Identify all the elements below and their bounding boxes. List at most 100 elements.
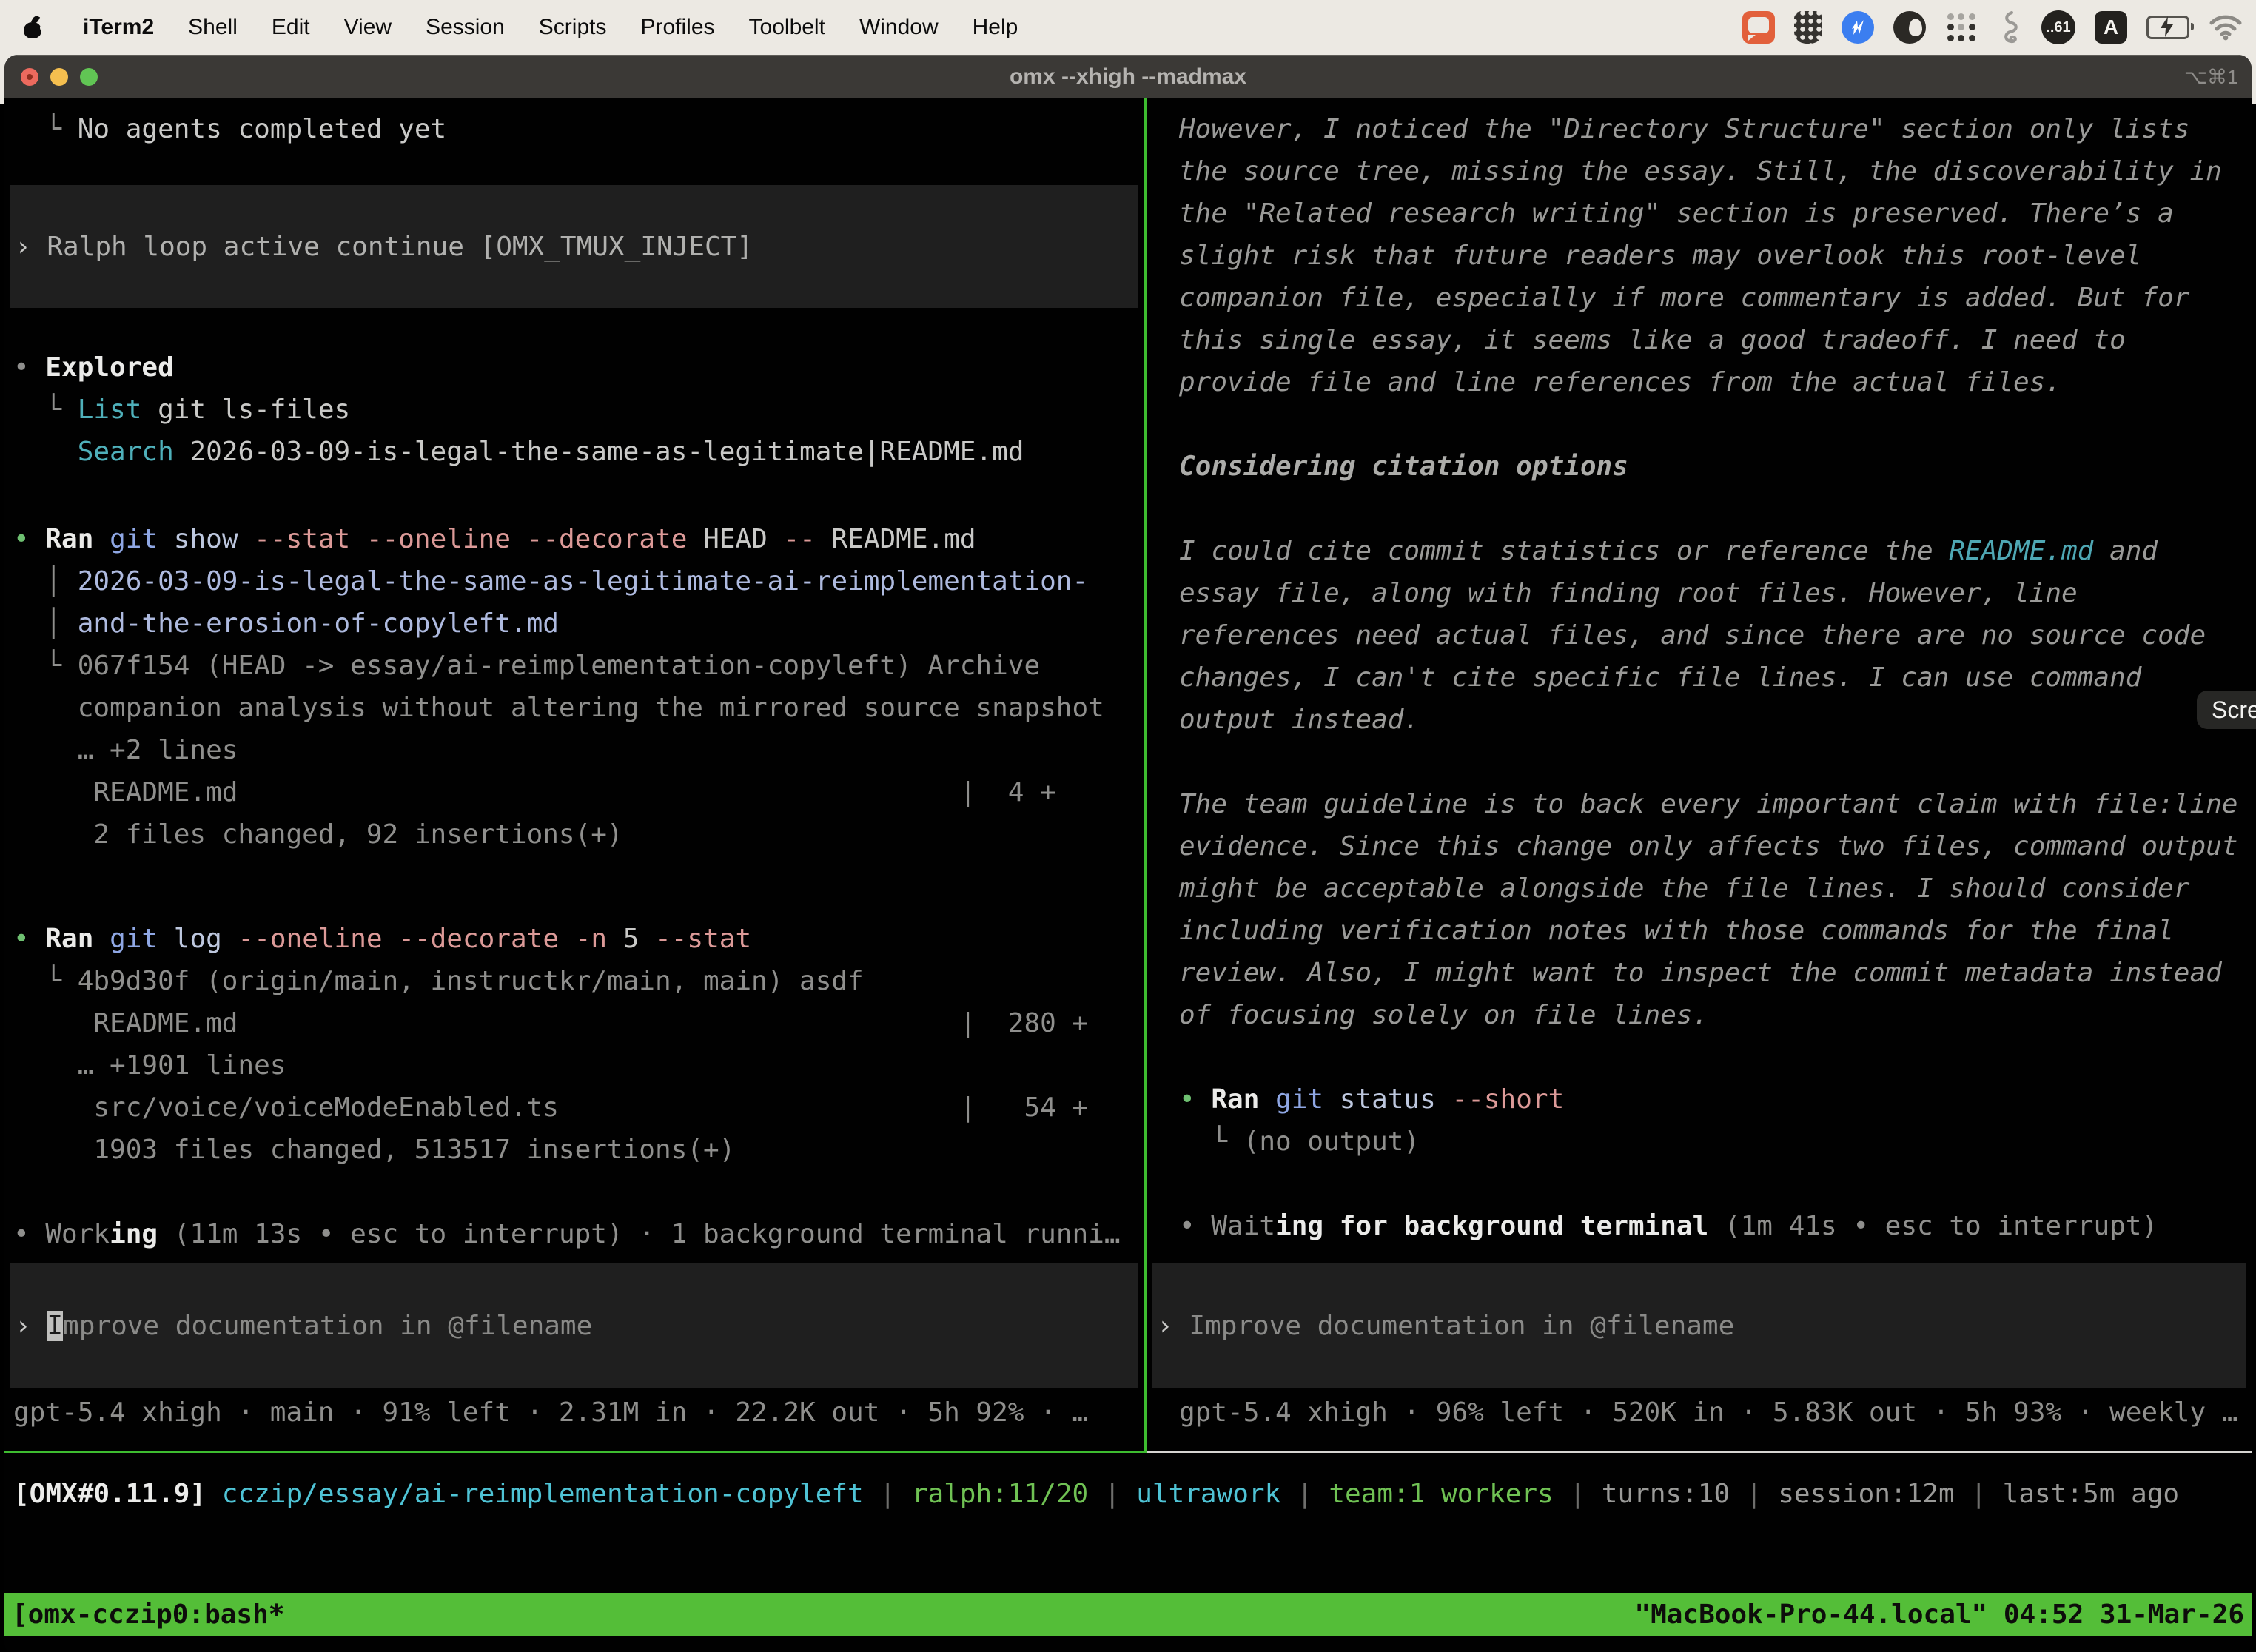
macos-menu-bar: iTerm2 Shell Edit View Session Scripts Profile…	[0, 0, 2256, 55]
terminal-line: Search 2026-03-09-is-legal-the-same-as-l…	[4, 431, 1144, 473]
thinking-paragraph-1: However, I noticed the "Directory Struct…	[1147, 108, 2252, 403]
terminal-line: 2 files changed, 92 insertions(+)	[4, 813, 1144, 856]
menu-status-icons: ..61 A	[1742, 10, 2256, 45]
terminal-line: README.md | 280 +	[4, 1002, 1144, 1044]
shield-grid-icon[interactable]	[1794, 11, 1822, 44]
ralph-input-box[interactable]: › Ralph loop active continue [OMX_TMUX_I…	[10, 185, 1138, 308]
terminal-line: • Working (11m 13s • esc to interrupt) ·…	[4, 1213, 1144, 1255]
menu-item-scripts[interactable]: Scripts	[539, 15, 607, 40]
terminal-line: › Ralph loop active continue [OMX_TMUX_I…	[10, 226, 753, 268]
terminal-line: │ 2026-03-09-is-legal-the-same-as-legiti…	[4, 560, 1144, 602]
thinking-paragraph-3: The team guideline is to back every impo…	[1147, 783, 2252, 1036]
apple-bite	[40, 24, 48, 32]
dark-pie-icon[interactable]	[1893, 11, 1926, 44]
menu-item-edit[interactable]: Edit	[272, 15, 310, 40]
terminal-line: gpt-5.4 xhigh · 96% left · 520K in · 5.8…	[1147, 1391, 2252, 1434]
tmux-pane-right: However, I noticed the "Directory Struct…	[1147, 98, 2252, 1451]
terminal-line: README.md | 4 +	[4, 771, 1144, 813]
terminal-line: provide file and line references from th…	[1147, 361, 2252, 403]
tmux-host-clock: "MacBook-Pro-44.local" 04:52 31-Mar-26	[1634, 1599, 2244, 1630]
chat-app-icon[interactable]	[1742, 11, 1775, 44]
agents-status: └ No agents completed yet	[4, 108, 1144, 150]
waiting-status: • Waiting for background terminal (1m 41…	[1147, 1205, 2252, 1247]
terminal-line: └ List git ls-files	[4, 389, 1144, 431]
minimize-button[interactable]	[50, 68, 68, 86]
terminal-line: 1903 files changed, 513517 insertions(+)	[4, 1129, 1144, 1171]
terminal-content: └ No agents completed yet › Ralph loop ac…	[4, 98, 2252, 1652]
terminal-line: evidence. Since this change only affects…	[1147, 825, 2252, 867]
terminal-line: this single essay, it seems like a good …	[1147, 319, 2252, 361]
apple-menu-icon[interactable]	[22, 15, 44, 40]
terminal-line: • Ran git log --oneline --decorate -n 5 …	[4, 918, 1144, 960]
squiggle-icon[interactable]	[1997, 10, 2022, 45]
zoom-button[interactable]	[80, 68, 98, 86]
model-status: gpt-5.4 xhigh · 96% left · 520K in · 5.8…	[1147, 1391, 2252, 1434]
explored-block: • Explored └ List git ls-files Search 20…	[4, 346, 1144, 473]
apple-body	[24, 22, 41, 38]
terminal-line: • Waiting for background terminal (1m 41…	[1147, 1205, 2252, 1247]
terminal-line: companion analysis without altering the …	[4, 687, 1144, 729]
terminal-line: • Ran git status --short	[1147, 1078, 2252, 1121]
terminal-line: might be acceptable alongside the file l…	[1147, 867, 2252, 910]
window-titlebar[interactable]: omx --xhigh --madmax ⌥⌘1	[4, 55, 2252, 98]
dots-grid-icon[interactable]	[1945, 11, 1978, 44]
terminal-line: Considering citation options	[1147, 446, 2252, 488]
thinking-paragraph-2: I could cite commit statistics or refere…	[1147, 530, 2252, 741]
menu-item-shell[interactable]: Shell	[188, 15, 238, 40]
menu-item-profiles[interactable]: Profiles	[640, 15, 714, 40]
badge-61-icon[interactable]: ..61	[2041, 10, 2075, 44]
menu-item-iterm2[interactable]: iTerm2	[83, 15, 154, 40]
window-title: omx --xhigh --madmax	[4, 64, 2252, 90]
terminal-line: review. Also, I might want to inspect th…	[1147, 952, 2252, 994]
battery-icon[interactable]	[2146, 16, 2189, 39]
screen: iTerm2 Shell Edit View Session Scripts Profile…	[0, 0, 2256, 1652]
tooltip-label: Scre	[2212, 696, 2256, 724]
terminal-line: companion file, especially if more comme…	[1147, 277, 2252, 319]
git-log-block: • Ran git log --oneline --decorate -n 5 …	[4, 918, 1144, 1171]
tmux-pane-left: └ No agents completed yet › Ralph loop ac…	[4, 98, 1144, 1451]
tmux-pane-divider-left[interactable]	[4, 1451, 1147, 1453]
menu-item-window[interactable]: Window	[859, 15, 939, 40]
terminal-line: of focusing solely on file lines.	[1147, 994, 2252, 1036]
close-button[interactable]	[21, 68, 38, 86]
terminal-line: └ (no output)	[1147, 1121, 2252, 1163]
working-status: • Working (11m 13s • esc to interrupt) ·…	[4, 1213, 1144, 1255]
tmux-status-bar: [omx-cczip0:bash* "MacBook-Pro-44.local"…	[4, 1593, 2252, 1636]
terminal-line: • Explored	[4, 346, 1144, 389]
letter-a-icon[interactable]: A	[2095, 11, 2127, 44]
terminal-line: changes, I can't cite specific file line…	[1147, 657, 2252, 699]
tmux-session-window[interactable]: [omx-cczip0:bash*	[12, 1599, 284, 1630]
terminal-line: references need actual files, and since …	[1147, 614, 2252, 657]
blue-zigzag-icon[interactable]	[1842, 11, 1874, 44]
menu-item-session[interactable]: Session	[426, 15, 505, 40]
git-status-block: • Ran git status --short └ (no output)	[1147, 1078, 2252, 1163]
terminal-line: However, I noticed the "Directory Struct…	[1147, 108, 2252, 150]
prompt-input-box[interactable]: › Improve documentation in @filename	[1152, 1263, 2246, 1388]
menu-item-view[interactable]: View	[344, 15, 392, 40]
terminal-line: … +1901 lines	[4, 1044, 1144, 1087]
git-show-block: • Ran git show --stat --oneline --decora…	[4, 518, 1144, 856]
iterm-window: omx --xhigh --madmax ⌥⌘1 └ No agents com…	[4, 55, 2252, 1652]
omx-status-line: [OMX#0.11.9] cczip/essay/ai-reimplementa…	[13, 1473, 2179, 1515]
thinking-heading: Considering citation options	[1147, 446, 2252, 488]
terminal-line: src/voice/voiceModeEnabled.ts | 54 +	[4, 1087, 1144, 1129]
terminal-line: I could cite commit statistics or refere…	[1147, 530, 2252, 572]
prompt-input-box[interactable]: › Improve documentation in @filename	[10, 1263, 1138, 1388]
terminal-line: └ No agents completed yet	[4, 108, 1144, 150]
wifi-icon[interactable]	[2209, 14, 2243, 41]
terminal-line: slight risk that future readers may over…	[1147, 235, 2252, 277]
terminal-line: including verification notes with those …	[1147, 910, 2252, 952]
terminal-line: • Ran git show --stat --oneline --decora…	[4, 518, 1144, 560]
terminal-line: › Improve documentation in @filename	[10, 1305, 592, 1347]
terminal-line: └ 067f154 (HEAD -> essay/ai-reimplementa…	[4, 645, 1144, 687]
traffic-lights	[21, 56, 98, 98]
model-status: gpt-5.4 xhigh · main · 91% left · 2.31M …	[4, 1391, 1144, 1434]
terminal-line: … +2 lines	[4, 729, 1144, 771]
terminal-line: › Improve documentation in @filename	[1152, 1305, 1734, 1347]
terminal-line: the "Related research writing" section i…	[1147, 192, 2252, 235]
menu-item-help[interactable]: Help	[973, 15, 1018, 40]
terminal-line: └ 4b9d30f (origin/main, instructkr/main,…	[4, 960, 1144, 1002]
menu-item-toolbelt[interactable]: Toolbelt	[749, 15, 825, 40]
terminal-line: the source tree, missing the essay. Stil…	[1147, 150, 2252, 192]
tmux-pane-divider-right[interactable]	[1147, 1451, 2252, 1453]
